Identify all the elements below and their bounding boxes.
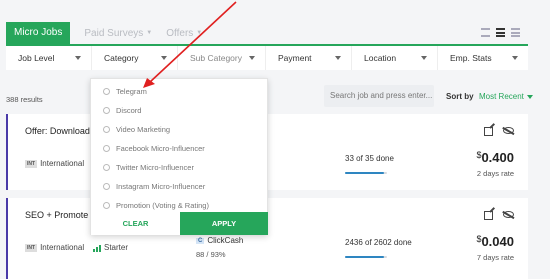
radio-icon[interactable]	[103, 88, 110, 95]
level-label: Starter	[104, 243, 129, 252]
hide-eye-icon[interactable]	[503, 211, 514, 218]
category-label: ClickCash	[207, 236, 244, 245]
option-twitter-micro-influencer[interactable]: Twitter Micro-Influencer	[103, 163, 194, 172]
open-external-icon[interactable]	[484, 127, 493, 136]
job-type-tabs: Micro Jobs Paid Surveys ▼ Offers ▼	[6, 22, 202, 44]
filter-payment[interactable]: Payment	[266, 46, 352, 70]
tab-offers[interactable]: Offers ▼	[166, 28, 202, 39]
filter-bar: Job Level Category Sub Category Payment …	[6, 44, 528, 70]
job-category: C ClickCash	[196, 236, 243, 245]
grid-view-icon[interactable]	[481, 28, 490, 37]
compact-view-icon[interactable]	[511, 28, 520, 37]
success-rate: 88 / 93%	[196, 250, 226, 259]
filter-label: Category	[104, 53, 139, 63]
view-toggle	[481, 28, 520, 37]
tab-paid-surveys[interactable]: Paid Surveys ▼	[84, 28, 152, 39]
sort-value: Most Recent	[479, 92, 524, 101]
filter-label: Sub Category	[190, 53, 242, 63]
option-label: Instagram Micro-Influencer	[116, 182, 206, 191]
price-value: 0.400	[481, 150, 514, 165]
option-label: Promotion (Voting & Rating)	[116, 201, 209, 210]
job-location: INT International	[25, 243, 84, 252]
caret-down-icon	[249, 56, 255, 60]
filter-job-level[interactable]: Job Level	[6, 46, 92, 70]
filter-sub-category[interactable]: Sub Category	[178, 46, 266, 70]
sort-select[interactable]: Most Recent	[479, 92, 533, 101]
radio-icon[interactable]	[103, 145, 110, 152]
filter-category[interactable]: Category	[92, 46, 178, 70]
radio-icon[interactable]	[103, 107, 110, 114]
job-level: Starter	[93, 243, 128, 252]
job-title[interactable]: Offer: Download E	[25, 126, 98, 136]
sort-label: Sort by	[446, 92, 474, 101]
filter-label: Location	[364, 53, 397, 63]
filter-emp-stats[interactable]: Emp. Stats	[438, 46, 528, 70]
radio-icon[interactable]	[103, 183, 110, 190]
hide-eye-icon[interactable]	[503, 127, 514, 134]
results-count: 388 results	[6, 95, 43, 104]
clear-button[interactable]: CLEAR	[91, 212, 180, 235]
location-label: International	[40, 159, 85, 168]
option-label: Video Marketing	[116, 125, 171, 134]
caret-down-icon	[335, 56, 341, 60]
option-facebook-micro-influencer[interactable]: Facebook Micro-Influencer	[103, 144, 205, 153]
caret-down-icon	[161, 56, 167, 60]
option-label: Telegram	[116, 87, 147, 96]
open-external-icon[interactable]	[484, 211, 493, 220]
filter-label: Emp. Stats	[450, 53, 492, 63]
international-icon: INT	[25, 243, 38, 252]
caret-down-icon	[75, 56, 81, 60]
radio-icon[interactable]	[103, 164, 110, 171]
done-count: 2436 of 2602 done	[345, 238, 412, 247]
card-actions	[484, 127, 514, 136]
option-video-marketing[interactable]: Video Marketing	[103, 125, 170, 134]
list-view-icon[interactable]	[496, 28, 505, 37]
location-label: International	[40, 243, 85, 252]
done-count: 33 of 35 done	[345, 154, 394, 163]
chevron-down-icon: ▼	[146, 30, 153, 36]
international-icon: INT	[25, 159, 38, 168]
radio-icon[interactable]	[103, 126, 110, 133]
rate-time: 7 days rate	[476, 253, 514, 262]
job-price: $0.400	[476, 150, 514, 165]
filter-label: Payment	[278, 53, 312, 63]
progress-fill	[345, 256, 385, 258]
option-label: Facebook Micro-Influencer	[116, 144, 205, 153]
option-instagram-micro-influencer[interactable]: Instagram Micro-Influencer	[103, 182, 205, 191]
price-value: 0.040	[481, 234, 514, 249]
clickcash-icon: C	[196, 237, 205, 244]
job-price: $0.040	[476, 234, 514, 249]
level-bars-icon	[93, 244, 101, 252]
caret-down-icon	[526, 94, 533, 99]
filter-label: Job Level	[18, 53, 55, 63]
option-telegram[interactable]: Telegram	[103, 87, 147, 96]
tab-label: Offers	[166, 27, 194, 39]
apply-button[interactable]: APPLY	[180, 212, 268, 235]
tab-micro-jobs[interactable]: Micro Jobs	[6, 22, 71, 44]
option-promotion-voting-rating[interactable]: Promotion (Voting & Rating)	[103, 201, 209, 210]
caret-down-icon	[512, 56, 518, 60]
caret-down-icon	[421, 56, 427, 60]
progress-bar	[345, 256, 387, 258]
option-discord[interactable]: Discord	[103, 106, 141, 115]
tab-label: Paid Surveys	[84, 27, 144, 39]
chevron-down-icon: ▼	[196, 30, 203, 36]
progress-bar	[345, 172, 387, 174]
radio-icon[interactable]	[103, 202, 110, 209]
category-dropdown: Telegram Discord Video Marketing Faceboo…	[90, 78, 268, 235]
filter-location[interactable]: Location	[352, 46, 438, 70]
option-label: Twitter Micro-Influencer	[116, 163, 194, 172]
option-label: Discord	[116, 106, 142, 115]
rate-time: 2 days rate	[476, 169, 514, 178]
progress-fill	[345, 172, 385, 174]
job-location: INT International	[25, 159, 84, 168]
search-input[interactable]: Search job and press enter...	[324, 85, 434, 107]
card-actions	[484, 211, 514, 220]
